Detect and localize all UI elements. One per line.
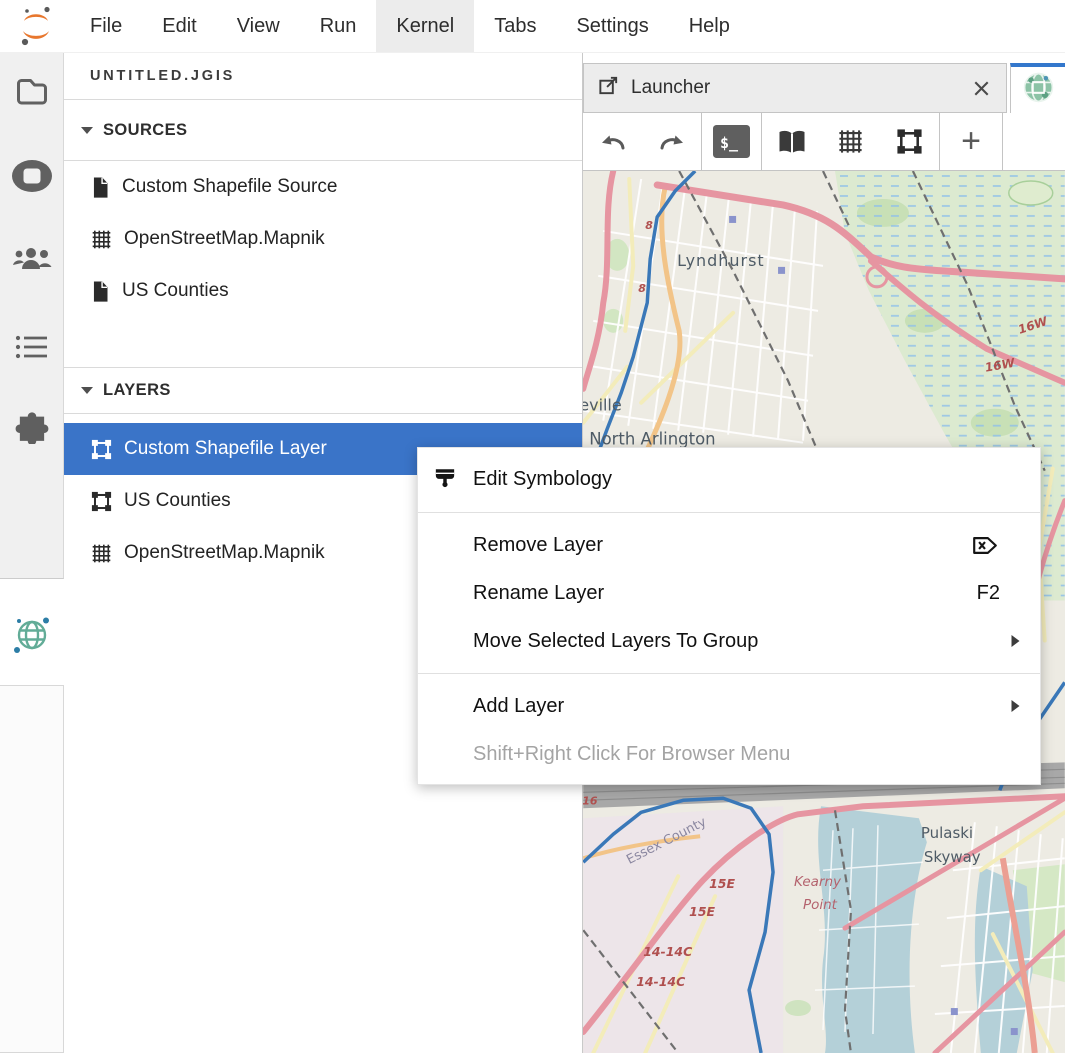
context-menu-separator [418,512,1040,513]
submenu-arrow-icon [1011,700,1020,713]
context-item-label: Remove Layer [473,534,603,557]
layers-header-label: LAYERS [103,381,171,400]
map-label: 8 [638,282,646,295]
redo-button[interactable] [642,113,701,170]
layer-context-menu: Edit Symbology Remove Layer Rename Layer… [417,447,1041,785]
undo-button[interactable] [583,113,642,170]
context-item-label: Move Selected Layers To Group [473,630,758,653]
collaboration-users-icon[interactable] [0,245,63,275]
delete-icon [970,533,1000,558]
source-item-us-counties[interactable]: US Counties [64,265,582,317]
raster-grid-icon [90,228,113,251]
context-item-move-to-group[interactable]: Move Selected Layers To Group [418,617,1040,665]
svg-text:$_: $_ [720,134,739,152]
map-label: 15E [709,876,735,891]
source-label: US Counties [122,280,229,302]
tab-bar: Launcher [583,53,1065,113]
map-label: 14-14C [636,974,686,989]
new-terminal-button[interactable]: $_ [702,113,761,170]
layer-label: OpenStreetMap.Mapnik [124,542,325,564]
add-vector-layer-button[interactable] [880,113,939,170]
vector-square-icon [90,490,113,513]
menu-file[interactable]: File [70,0,142,52]
context-item-label: Add Layer [473,695,564,718]
panel-title: UNTITLED.JGIS [64,53,582,100]
file-icon [90,280,111,303]
layers-section-header[interactable]: LAYERS [64,367,582,414]
context-item-add-layer[interactable]: Add Layer [418,682,1040,730]
map-label: 14-14C [643,944,693,959]
table-of-contents-icon[interactable] [0,333,63,361]
map-label: 8 [645,219,653,232]
jgis-globe-icon [1020,69,1057,111]
context-item-edit-symbology[interactable]: Edit Symbology [418,455,1040,504]
tab-launcher[interactable]: Launcher [583,63,1007,113]
vector-square-icon [90,438,113,461]
menu-kernel[interactable]: Kernel [376,0,474,52]
source-label: OpenStreetMap.Mapnik [124,228,325,250]
paint-brush-icon [431,466,459,494]
map-label: 15E [689,904,715,919]
map-label: Kearny [794,874,842,890]
jupytergis-globe-icon[interactable] [0,613,63,657]
menu-run[interactable]: Run [300,0,377,52]
map-label: Skyway [924,848,981,866]
activity-bar [0,53,64,1053]
layer-label: Custom Shapefile Layer [124,438,327,460]
tab-untitled-jgis[interactable] [1010,63,1065,113]
activity-bar-bottom-section [0,685,64,1053]
menu-help[interactable]: Help [669,0,750,52]
jupyterlab-window: File Edit View Run Kernel Tabs Settings … [0,0,1065,1053]
map-label: Pulaski [921,824,973,842]
tab-label: Launcher [631,77,710,99]
menu-settings[interactable]: Settings [556,0,668,52]
context-item-remove-layer[interactable]: Remove Layer [418,521,1040,569]
submenu-arrow-icon [1011,635,1020,648]
jgis-toolbar: $_ [583,113,1065,171]
context-item-rename-layer[interactable]: Rename Layer F2 [418,569,1040,617]
running-kernels-icon[interactable] [0,157,63,195]
layer-label: US Counties [124,490,231,512]
accelerator-f2: F2 [977,582,1000,605]
menu-tabs[interactable]: Tabs [474,0,556,52]
file-browser-icon[interactable] [0,75,63,107]
toolbar-separator [1002,113,1003,170]
activity-bar-section [0,53,64,579]
map-label: 16 [583,794,598,807]
sources-header-label: SOURCES [103,121,187,140]
menu-bar: File Edit View Run Kernel Tabs Settings … [0,0,1065,53]
add-button[interactable]: + [940,113,1002,170]
context-item-label: Edit Symbology [473,468,612,491]
caret-down-icon [81,127,93,134]
source-item-custom-shapefile[interactable]: Custom Shapefile Source [64,161,582,213]
context-item-label: Rename Layer [473,582,604,605]
sources-section-header[interactable]: SOURCES [64,100,582,161]
extensions-puzzle-icon[interactable] [0,411,63,444]
caret-down-icon [81,387,93,394]
context-menu-separator [418,673,1040,674]
map-label: Point [803,897,838,913]
identify-book-button[interactable] [762,113,821,170]
map-label: Lyndhurst [677,251,765,270]
jupytergis-logo-icon [0,0,70,52]
launcher-icon [597,74,620,103]
close-icon[interactable] [971,78,992,99]
file-icon [90,176,111,199]
raster-grid-icon [90,542,113,565]
map-label: eville [583,396,622,415]
add-raster-layer-button[interactable] [821,113,880,170]
map-label: North Arlington [589,430,715,449]
menu-edit[interactable]: Edit [142,0,216,52]
sources-list: Custom Shapefile Source OpenStreetMap.Ma… [64,161,582,317]
menu-view[interactable]: View [217,0,300,52]
source-item-osm-mapnik[interactable]: OpenStreetMap.Mapnik [64,213,582,265]
context-item-label: Shift+Right Click For Browser Menu [473,743,790,766]
source-label: Custom Shapefile Source [122,176,337,198]
context-item-browser-menu-hint: Shift+Right Click For Browser Menu [418,730,1040,778]
